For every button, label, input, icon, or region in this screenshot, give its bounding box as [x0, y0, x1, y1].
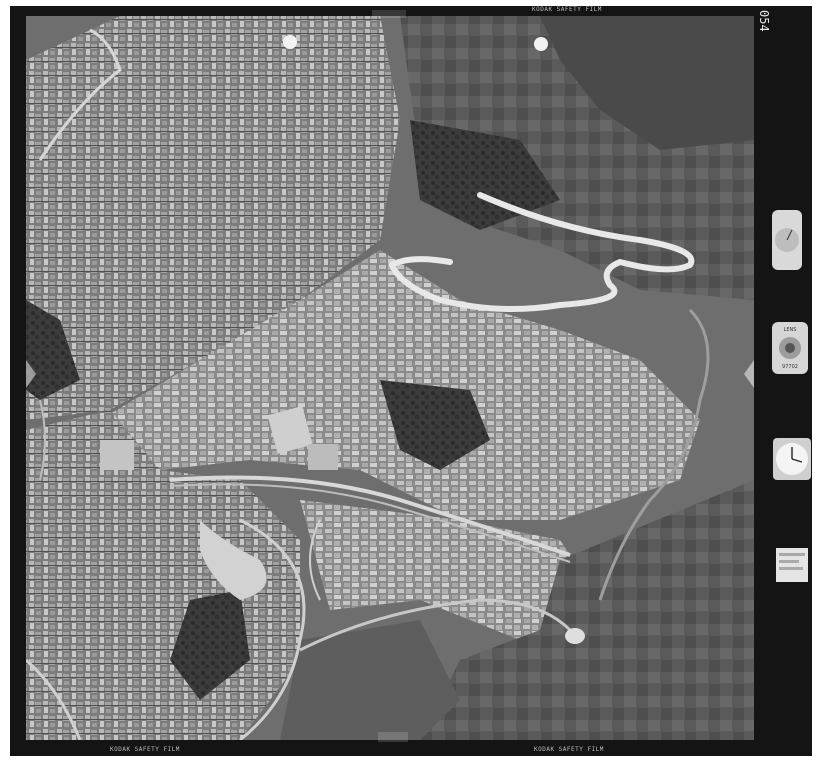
lens-badge-label-bottom: 97702 — [782, 364, 798, 370]
frame-number: 054 — [757, 10, 771, 32]
film-edge-marking-top: KODAK SAFETY FILM — [532, 6, 602, 13]
clock-icon — [773, 438, 811, 480]
aerial-photo-frame — [0, 0, 819, 767]
lens-badge-label-top: LENS — [783, 327, 797, 333]
film-edge-marking-bottom: KODAK SAFETY FILM — [534, 746, 604, 753]
altimeter-icon — [772, 210, 802, 270]
film-edge-marking-bottom-left: KODAK SAFETY FILM — [110, 746, 180, 753]
data-card-icon — [776, 548, 808, 582]
